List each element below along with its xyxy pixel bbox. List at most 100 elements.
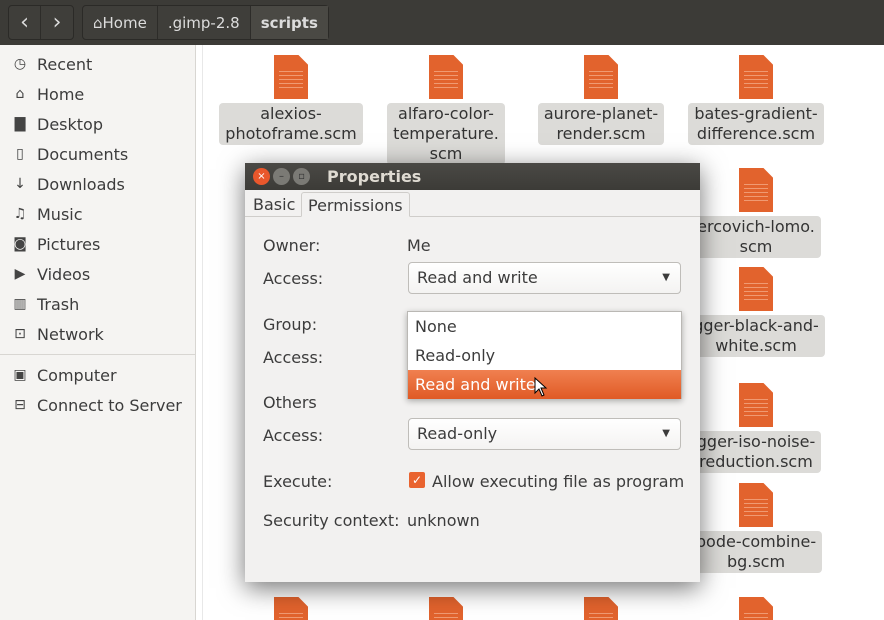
sidebar: ◷ Recent ⌂ Home ▇ Desktop ▯ Documents ↓ Downloads… (0, 45, 196, 620)
script-file-icon (429, 597, 463, 620)
sidebar-item-documents[interactable]: ▯ Documents (0, 139, 195, 169)
breadcrumb: ⌂ Home .gimp-2.8 scripts (82, 5, 329, 40)
script-file-icon (274, 597, 308, 620)
others-label: Others (263, 393, 317, 412)
owner-access-value: Read and write (417, 268, 538, 287)
others-access-value: Read-only (417, 424, 498, 443)
owner-access-label: Access: (263, 269, 324, 288)
sidebar-item-trash[interactable]: ▥ Trash (0, 289, 195, 319)
home-icon: ⌂ (15, 86, 25, 102)
sidebar-item-label: Music (37, 204, 83, 224)
connect-to-server-icon: ⊟ (14, 397, 26, 413)
file-name: alfaro-color- temperature. scm (387, 103, 505, 165)
dialog-title: Properties (327, 167, 422, 186)
option-none[interactable]: None (408, 312, 681, 341)
sidebar-item-label: Videos (37, 264, 91, 284)
sidebar-item-downloads[interactable]: ↓ Downloads (0, 169, 195, 199)
breadcrumb-scripts[interactable]: scripts (250, 6, 328, 39)
file-item[interactable]: bode-combine- bg.scm (681, 483, 831, 573)
dialog-titlebar: × – ▫ Properties (245, 163, 700, 190)
breadcrumb-home[interactable]: ⌂ Home (83, 6, 158, 39)
owner-access-select[interactable]: Read and write ▼ (408, 262, 681, 294)
script-file-icon (739, 267, 773, 311)
pictures-icon: ◙ (13, 236, 27, 252)
tab-permissions[interactable]: Permissions (301, 192, 410, 217)
script-file-icon (739, 55, 773, 99)
file-item[interactable] (681, 597, 831, 620)
execute-option-label[interactable]: Allow executing file as program (432, 472, 684, 491)
script-file-icon (739, 383, 773, 427)
owner-label: Owner: (263, 236, 321, 255)
script-file-icon (584, 55, 618, 99)
script-file-icon (739, 597, 773, 620)
script-file-icon (739, 168, 773, 212)
sidebar-item-label: Connect to Server (37, 395, 182, 415)
file-item[interactable] (526, 597, 676, 620)
security-value: unknown (407, 511, 480, 530)
file-name: gger-iso-noise- reduction.scm (690, 431, 822, 473)
file-item[interactable]: ercovich-lomo. scm (681, 168, 831, 258)
file-name: alexios- photoframe.scm (219, 103, 363, 145)
file-item[interactable]: gger-iso-noise- reduction.scm (681, 383, 831, 473)
sidebar-item-label: Documents (37, 144, 129, 164)
sidebar-item-network[interactable]: ⊡ Network (0, 319, 195, 349)
file-item[interactable]: alexios- photoframe.scm (216, 55, 366, 145)
file-item[interactable]: aurore-planet- render.scm (526, 55, 676, 145)
execute-checkbox[interactable]: ✓ (409, 472, 425, 488)
forward-button[interactable]: › (41, 6, 73, 39)
sidebar-item-pictures[interactable]: ◙ Pictures (0, 229, 195, 259)
file-name: bates-gradient- difference.scm (688, 103, 824, 145)
back-button[interactable]: ‹ (9, 6, 41, 39)
home-icon: ⌂ (93, 13, 103, 32)
file-item[interactable] (216, 597, 366, 620)
others-access-select[interactable]: Read-only ▼ (408, 418, 681, 450)
file-item[interactable] (371, 597, 521, 620)
sidebar-item-label: Recent (37, 54, 93, 74)
tab-basic[interactable]: Basic (247, 192, 301, 217)
others-access-label: Access: (263, 426, 324, 445)
breadcrumb-gimp[interactable]: .gimp-2.8 (158, 6, 251, 39)
group-label: Group: (263, 315, 318, 334)
file-item[interactable]: gger-black-and- white.scm (681, 267, 831, 357)
sidebar-item-videos[interactable]: ▶ Videos (0, 259, 195, 289)
desktop-icon: ▇ (14, 116, 26, 132)
breadcrumb-label: Home (102, 13, 147, 32)
recent-icon: ◷ (13, 56, 27, 72)
sidebar-item-label: Downloads (37, 174, 125, 194)
sidebar-item-label: Trash (37, 294, 80, 314)
maximize-icon[interactable]: ▫ (293, 168, 310, 185)
sidebar-item-music[interactable]: ♫ Music (0, 199, 195, 229)
network-icon: ⊡ (14, 326, 26, 342)
dropdown-arrow-icon: ▼ (662, 272, 670, 283)
sidebar-item-connect-to-server[interactable]: ⊟ Connect to Server (0, 390, 195, 420)
sidebar-item-label: Desktop (37, 114, 103, 134)
file-name: aurore-planet- render.scm (537, 103, 665, 145)
dropdown-arrow-icon: ▼ (662, 428, 670, 439)
divider (0, 354, 195, 355)
videos-icon: ▶ (14, 266, 26, 282)
minimize-icon[interactable]: – (273, 168, 290, 185)
execute-label: Execute: (263, 472, 333, 491)
sidebar-item-home[interactable]: ⌂ Home (0, 79, 195, 109)
script-file-icon (739, 483, 773, 527)
close-icon[interactable]: × (253, 168, 270, 185)
sidebar-item-label: Network (37, 324, 104, 344)
sidebar-item-recent[interactable]: ◷ Recent (0, 49, 195, 79)
sidebar-item-label: Computer (37, 365, 117, 385)
file-item[interactable]: bates-gradient- difference.scm (681, 55, 831, 145)
trash-icon: ▥ (13, 296, 27, 312)
script-file-icon (429, 55, 463, 99)
toolbar: ‹ › ⌂ Home .gimp-2.8 scripts (0, 0, 884, 45)
file-item[interactable]: alfaro-color- temperature. scm (371, 55, 521, 165)
sidebar-item-desktop[interactable]: ▇ Desktop (0, 109, 195, 139)
option-read-only[interactable]: Read-only (408, 341, 681, 370)
mouse-cursor-icon (534, 377, 548, 397)
music-icon: ♫ (13, 206, 27, 222)
owner-value: Me (407, 236, 431, 255)
sidebar-item-computer[interactable]: ▣ Computer (0, 360, 195, 390)
history-buttons: ‹ › (8, 5, 74, 40)
file-name: ercovich-lomo. scm (691, 216, 821, 258)
tab-bar: Basic Permissions (245, 192, 700, 217)
sidebar-item-label: Pictures (37, 234, 101, 254)
file-name: bode-combine- bg.scm (689, 531, 823, 573)
